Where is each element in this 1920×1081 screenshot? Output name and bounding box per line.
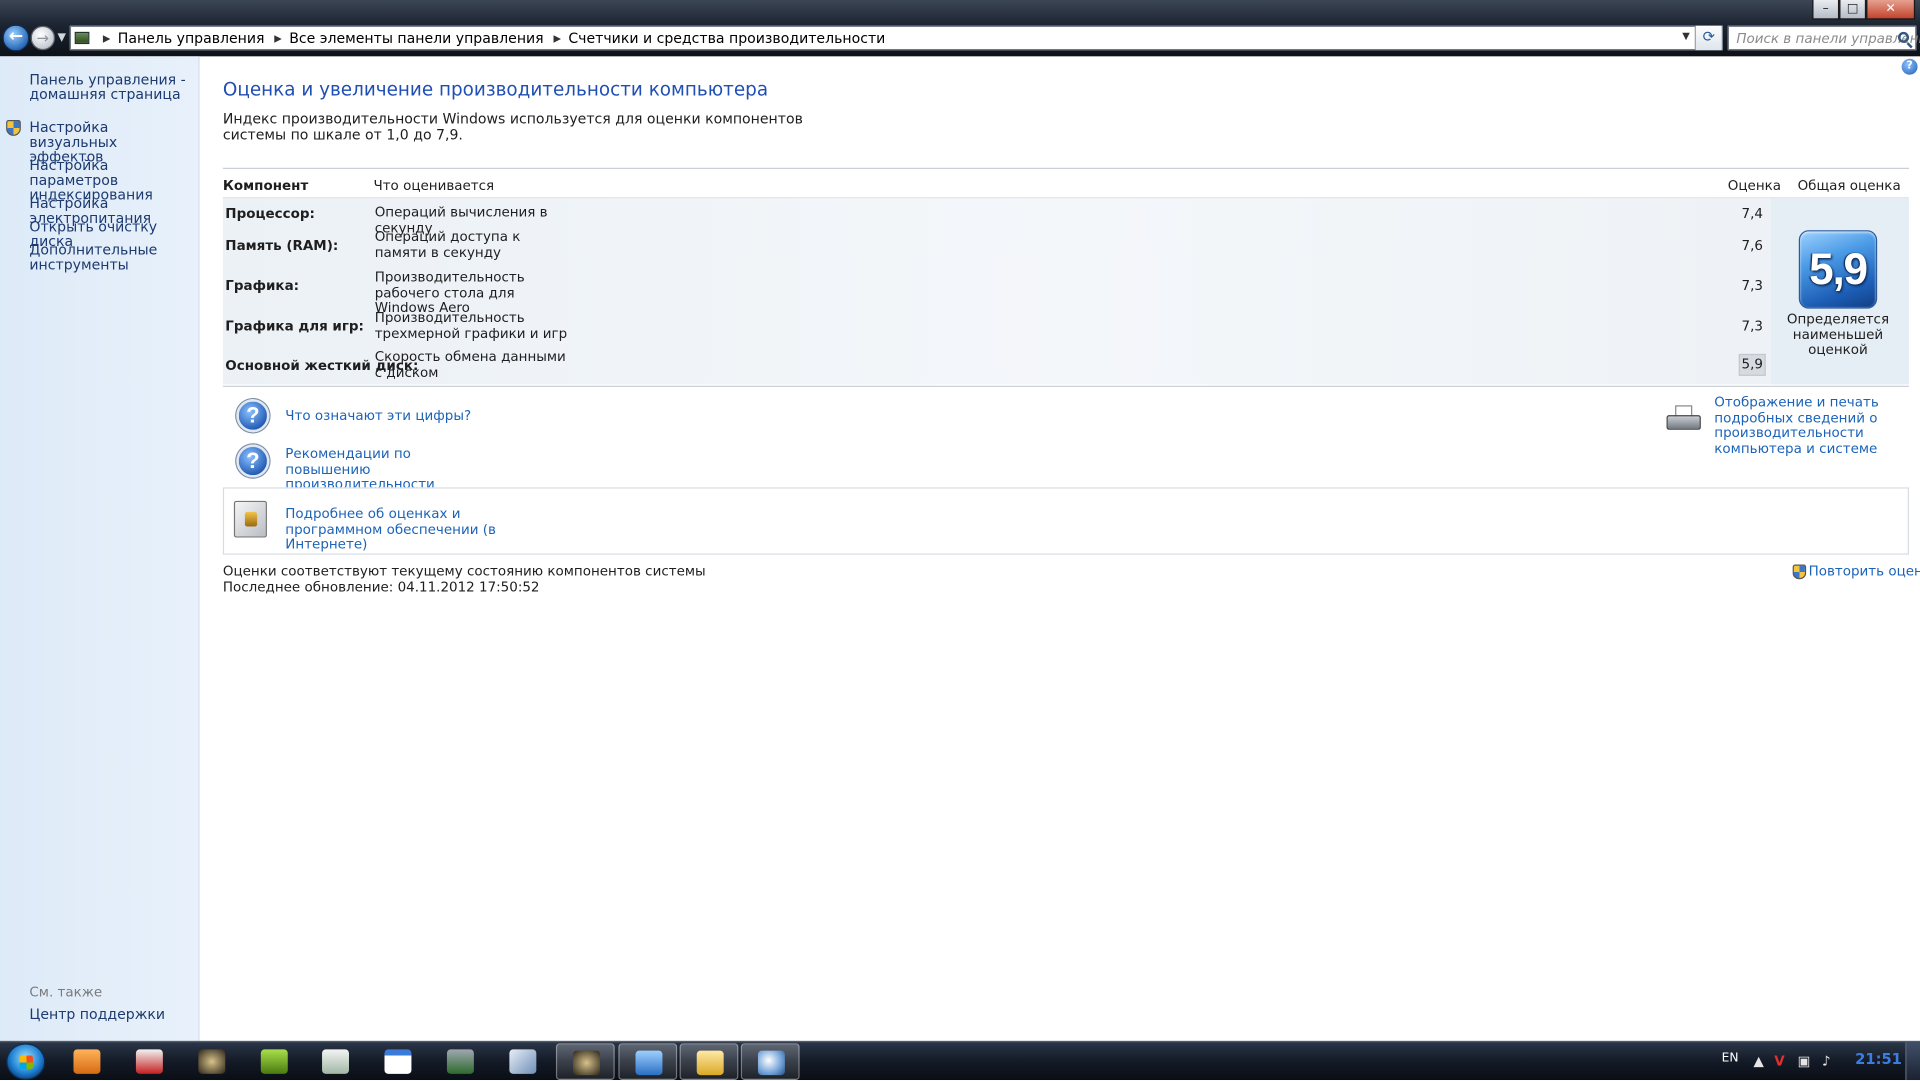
chevron-right-icon[interactable]: ▶ [274, 32, 282, 43]
volume-icon[interactable]: ♪ [1822, 1053, 1831, 1069]
paint-icon [757, 1050, 785, 1076]
maximize-button[interactable]: □ [1839, 0, 1867, 20]
row-graphics-component: Графика: [225, 277, 300, 294]
monitor-icon [446, 1049, 474, 1074]
row-processor-component: Процессор: [225, 205, 315, 222]
overall-score-badge: 5,9 [1798, 230, 1878, 309]
row-memory-what: Операций доступа к памяти в секунду [374, 228, 521, 261]
row-processor-score: 7,4 [1741, 205, 1763, 222]
clock[interactable]: 21:51 [1855, 1051, 1902, 1068]
media-player-icon [73, 1049, 101, 1074]
title-bar: – □ ✕ ← → ▼ ▶ Панель управления ▶ Все эл… [0, 0, 1920, 57]
sidebar-item-home[interactable]: Панель управления - домашняя страница [29, 72, 191, 101]
online-info-link[interactable]: Подробнее об оценках и программном обесп… [285, 506, 518, 553]
row-memory-component: Память (RAM): [225, 237, 339, 254]
app-red-icon [135, 1049, 163, 1074]
network-icon[interactable]: ▣ [1798, 1053, 1811, 1069]
column-header-score: Оценка [1727, 177, 1782, 194]
app-me-icon [260, 1049, 288, 1074]
start-button[interactable] [6, 1043, 46, 1081]
breadcrumb-item-all-items[interactable]: Все элементы панели управления [289, 29, 543, 46]
column-header-component: Компонент [222, 177, 309, 194]
see-also-heading: См. также [29, 984, 103, 1001]
question-icon: ? [236, 399, 270, 433]
window-icon [384, 1049, 412, 1074]
taskbar-app-dark-1[interactable] [182, 1043, 241, 1080]
sidebar-item-action-center[interactable]: Центр поддержки [29, 1007, 191, 1022]
taskbar-app-notes[interactable] [306, 1043, 365, 1080]
taskbar-app-monitor[interactable] [431, 1043, 490, 1080]
close-button[interactable]: ✕ [1866, 0, 1916, 20]
taskbar-app-dark-2[interactable] [555, 1043, 615, 1081]
row-gaming-graphics-score: 7,3 [1741, 318, 1763, 335]
column-header-overall: Общая оценка [1797, 177, 1901, 194]
taskbar-paint[interactable] [740, 1043, 800, 1081]
taskbar-app-me[interactable] [245, 1043, 304, 1080]
tray-expand-icon[interactable]: ▲ [1753, 1053, 1763, 1069]
history-dropdown-icon[interactable]: ▼ [58, 32, 66, 44]
question-icon: ? [236, 444, 270, 478]
control-panel-icon [635, 1050, 663, 1076]
search-icon[interactable] [1897, 31, 1909, 43]
uac-shield-icon [1792, 564, 1807, 580]
breadcrumb-item-control-panel[interactable]: Панель управления [118, 29, 265, 46]
back-button[interactable]: ← [2, 24, 30, 52]
last-update: Последнее обновление: 04.11.2012 17:50:5… [222, 578, 540, 595]
document-icon [509, 1049, 537, 1074]
show-desktop-button[interactable] [1905, 1042, 1920, 1081]
printer-icon [1666, 405, 1701, 432]
app-dark-icon [198, 1049, 226, 1074]
row-gaming-graphics-component: Графика для игр: [225, 318, 364, 335]
refresh-button[interactable]: ⟳ [1694, 25, 1722, 51]
certificate-icon [233, 500, 267, 538]
control-panel-icon [74, 31, 90, 45]
row-gaming-graphics-what: Производительность трехмерной графики и … [374, 309, 568, 342]
taskbar-app-window[interactable] [369, 1043, 428, 1080]
taskbar-media-player[interactable] [58, 1043, 117, 1080]
what-numbers-mean-link[interactable]: Что означают эти цифры? [285, 408, 471, 424]
row-disk-score: 5,9 [1738, 353, 1766, 376]
search-input[interactable]: Поиск в панели управления [1727, 25, 1920, 51]
address-bar[interactable]: ▶ Панель управления ▶ Все элементы панел… [69, 25, 1723, 51]
row-disk-what: Скорость обмена данными с диском [374, 348, 566, 381]
arrow-left-icon: ← [8, 26, 24, 47]
forward-button[interactable]: → [30, 25, 56, 51]
language-indicator[interactable]: EN [1722, 1052, 1739, 1065]
page-title: Оценка и увеличение производительности к… [222, 78, 769, 101]
taskbar [0, 1040, 1920, 1081]
arrow-right-icon: → [36, 29, 50, 47]
refresh-icon: ⟳ [1702, 28, 1715, 46]
status-current: Оценки соответствуют текущему состоянию … [222, 563, 706, 580]
status-text: Оценки соответствуют текущему состоянию … [223, 564, 706, 595]
breadcrumb: ▶ Панель управления ▶ Все элементы панел… [93, 27, 885, 49]
chevron-right-icon[interactable]: ▶ [103, 32, 111, 43]
divider [222, 167, 1909, 169]
folder-icon [696, 1050, 724, 1076]
help-icon[interactable]: ? [1901, 58, 1918, 75]
notes-icon [322, 1049, 349, 1074]
row-graphics-score: 7,3 [1741, 277, 1763, 294]
overall-score-caption: Определяется наименьшей оценкой [1786, 311, 1890, 358]
sidebar-item-advanced-tools[interactable]: Дополнительные инструменты [29, 242, 191, 271]
address-dropdown-icon[interactable]: ▼ [1682, 31, 1690, 42]
row-memory-score: 7,6 [1741, 237, 1763, 254]
taskbar-explorer[interactable] [679, 1043, 739, 1081]
breadcrumb-item-performance[interactable]: Счетчики и средства производительности [568, 29, 885, 46]
taskbar-app-red[interactable] [120, 1043, 179, 1080]
taskbar-control-panel[interactable] [618, 1043, 678, 1081]
chevron-right-icon[interactable]: ▶ [553, 32, 561, 43]
taskbar-app-doc[interactable] [493, 1043, 552, 1080]
uac-shield-icon [6, 120, 21, 136]
rerun-assessment-link[interactable]: Повторить оценку [1809, 564, 1920, 579]
search-placeholder: Поиск в панели управления [1736, 30, 1920, 47]
divider [222, 385, 1909, 387]
print-details-link[interactable]: Отображение и печать подробных сведений … [1714, 395, 1910, 457]
intro-text: Индекс производительности Windows исполь… [222, 110, 803, 143]
column-header-what: Что оценивается [373, 177, 495, 194]
app-dark-icon [573, 1050, 601, 1076]
minimize-button[interactable]: – [1812, 0, 1840, 20]
window-controls: – □ ✕ [1812, 0, 1916, 20]
antivirus-icon[interactable]: V [1774, 1053, 1784, 1069]
